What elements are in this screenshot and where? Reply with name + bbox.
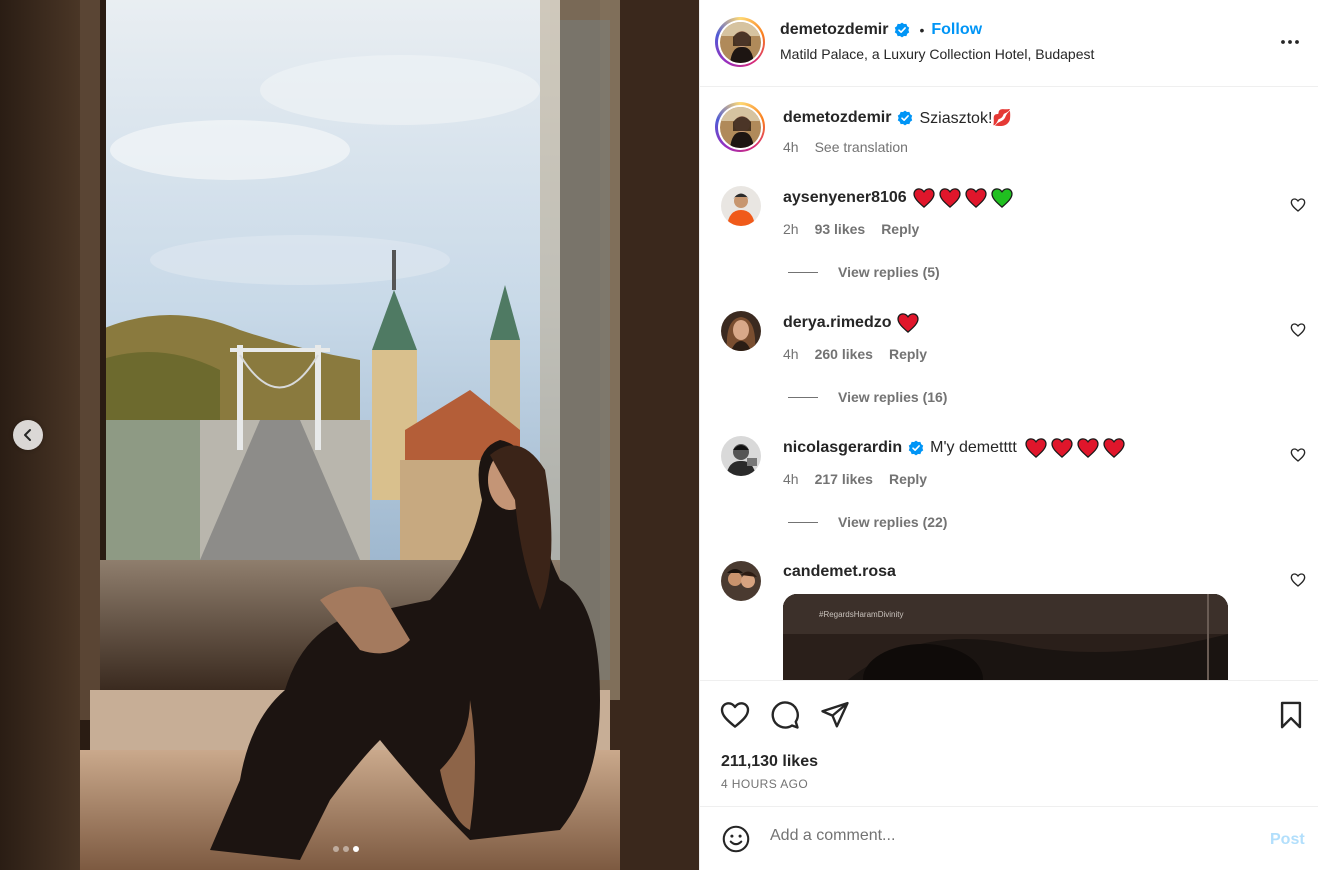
reply-button[interactable]: Reply [881,221,919,237]
reply-button[interactable]: Reply [889,346,927,362]
red-heart-icon [939,188,961,208]
avatar-image [721,186,761,226]
comment-body: M'y demetttt [930,439,1017,456]
view-replies-line [788,396,818,398]
caption-username[interactable]: demetozdemir [783,109,891,127]
post-comment-button[interactable]: Post [1270,831,1305,849]
comment-likes[interactable]: 260 likes [815,346,873,362]
caption-meta: 4h See translation [783,139,908,155]
view-replies-button[interactable]: View replies (5) [788,264,940,280]
red-heart-icon [913,188,935,208]
chevron-left-icon [24,429,31,441]
verified-badge-icon [908,440,924,456]
bookmark-icon[interactable] [1278,701,1304,729]
comment-icon[interactable] [770,700,800,730]
avatar-image [719,106,761,148]
comment-meta: 4h 260 likes Reply [783,346,927,362]
comment-avatar[interactable] [721,436,761,476]
more-options-icon[interactable] [1279,31,1301,53]
comment-text: candemet.rosa [783,563,896,581]
comments-list[interactable]: demetozdemir Sziasztok!💋 4h See translat… [700,88,1318,680]
add-comment-bar: Post [700,806,1318,870]
reply-button[interactable]: Reply [889,471,927,487]
red-heart-icon [965,188,987,208]
gif-caption: #RegardsHaramDivinity [819,610,904,619]
gif-image [783,594,1228,680]
header-avatar[interactable] [715,17,765,67]
verified-badge-icon [898,110,913,126]
view-replies-button[interactable]: View replies (16) [788,389,947,405]
caption-avatar[interactable] [715,102,765,152]
carousel-dot-active [353,846,359,852]
red-heart-icon [1077,438,1099,458]
comment-avatar[interactable] [721,186,761,226]
post-time[interactable]: 4 HOURS AGO [721,777,808,791]
avatar-image [721,311,761,351]
header-separator: • [919,22,925,38]
avatar-image [719,21,761,63]
carousel-prev-button[interactable] [13,420,43,450]
comment-username[interactable]: candemet.rosa [783,563,896,580]
post-photo [0,0,699,870]
comment-text: nicolasgerardin M'y demetttt [783,438,1125,458]
comment-like-heart-icon[interactable] [1290,447,1306,463]
red-heart-icon [897,313,920,333]
comment-emojis [1021,438,1125,458]
view-replies-label: View replies (16) [838,389,948,405]
comment-meta: 4h 217 likes Reply [783,471,927,487]
comment-time[interactable]: 4h [783,471,799,487]
avatar-image [721,436,761,476]
view-replies-line [788,521,818,523]
comment-like-heart-icon[interactable] [1290,322,1306,338]
avatar-image [721,561,761,601]
view-replies-label: View replies (22) [838,514,948,530]
header-location[interactable]: Matild Palace, a Luxury Collection Hotel… [780,46,1094,62]
emoji-icon[interactable] [722,825,750,853]
green-heart-icon [991,188,1013,208]
comment-likes[interactable]: 217 likes [815,471,873,487]
comment-username[interactable]: aysenyener8106 [783,189,907,207]
heart-icon[interactable] [720,701,750,729]
comment-gif[interactable]: #RegardsHaramDivinity [783,594,1228,680]
comment-emojis [909,188,1013,208]
verified-badge-icon [895,22,910,38]
comment-like-heart-icon[interactable] [1290,197,1306,213]
comment-text: derya.rimedzo [783,313,920,333]
view-replies-button[interactable]: View replies (22) [788,514,947,530]
follow-button[interactable]: Follow [931,21,982,39]
comment-avatar[interactable] [721,311,761,351]
post-side-panel: demetozdemir • Follow Matild Palace, a L… [699,0,1318,870]
view-replies-line [788,271,818,273]
comment-likes[interactable]: 93 likes [815,221,866,237]
comment-meta: 2h 93 likes Reply [783,221,919,237]
view-replies-label: View replies (5) [838,264,940,280]
share-icon[interactable] [820,701,850,729]
red-heart-icon [1051,438,1073,458]
likes-count[interactable]: 211,130 likes [721,753,818,771]
comment-username[interactable]: nicolasgerardin [783,439,902,457]
caption: demetozdemir Sziasztok!💋 [783,108,1012,128]
caption-text: Sziasztok!💋 [919,110,1013,127]
post-actions: 211,130 likes 4 HOURS AGO [700,680,1318,806]
see-translation-button[interactable]: See translation [815,139,908,155]
carousel-dots [333,846,359,852]
red-heart-icon [1025,438,1047,458]
comment-time[interactable]: 2h [783,221,799,237]
comment-username[interactable]: derya.rimedzo [783,314,891,332]
caption-time[interactable]: 4h [783,139,799,155]
comment-text: aysenyener8106 [783,188,1013,208]
red-heart-icon [1103,438,1125,458]
comment-input[interactable] [770,827,1250,845]
comment-avatar[interactable] [721,561,761,601]
carousel-dot [343,846,349,852]
header-username[interactable]: demetozdemir [780,21,888,39]
comment-like-heart-icon[interactable] [1290,572,1306,588]
comment-time[interactable]: 4h [783,346,799,362]
post-media[interactable] [0,0,699,870]
carousel-dot [333,846,339,852]
instagram-post-modal: demetozdemir • Follow Matild Palace, a L… [0,0,1318,870]
post-header: demetozdemir • Follow Matild Palace, a L… [700,0,1318,87]
